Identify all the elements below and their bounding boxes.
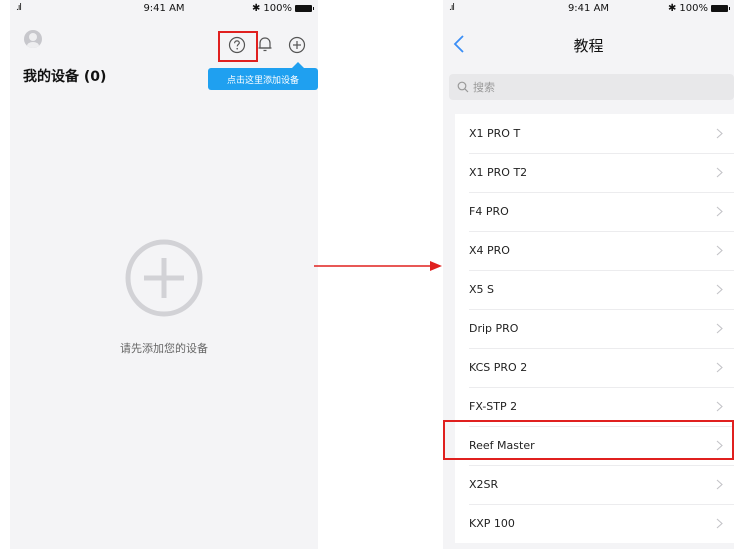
list-item-label: Drip PRO xyxy=(469,322,519,335)
battery-icon xyxy=(295,5,314,12)
status-bar: .ıl 9:41 AM ✱ 100% xyxy=(443,0,734,18)
list-item[interactable]: KCS PRO 2 xyxy=(455,348,734,387)
list-item[interactable]: KXP 100 xyxy=(455,504,734,543)
empty-state-text: 请先添加您的设备 xyxy=(120,342,208,355)
message-icon[interactable] xyxy=(256,35,274,55)
list-item-label: X4 PRO xyxy=(469,244,510,257)
page-title: 我的设备 (0) xyxy=(23,69,107,85)
list-item-label: KXP 100 xyxy=(469,517,515,530)
list-item[interactable]: X1 PRO T2 xyxy=(455,153,734,192)
list-item-label: X1 PRO T2 xyxy=(469,166,528,179)
battery-percent: 100% xyxy=(679,3,708,14)
battery-icon xyxy=(711,5,730,12)
chevron-right-icon xyxy=(716,245,723,256)
battery-percent: 100% xyxy=(263,3,292,14)
bluetooth-icon: ✱ xyxy=(252,3,261,14)
chevron-right-icon xyxy=(716,128,723,139)
tutorial-list: X1 PRO T X1 PRO T2 F4 PRO X4 PRO X5 S Drip PR… xyxy=(455,114,734,543)
list-item-label: F4 PRO xyxy=(469,205,509,218)
avatar-icon[interactable] xyxy=(24,30,42,48)
add-device-large-icon[interactable] xyxy=(124,238,204,318)
reef-master-highlight-box xyxy=(443,420,734,460)
chevron-right-icon xyxy=(716,323,723,334)
tutorial-screen: .ıl 9:41 AM ✱ 100% 教程 搜索 X1 PRO T X1 PRO … xyxy=(443,0,734,549)
battery-status: ✱ 100% xyxy=(668,3,730,14)
add-icon[interactable] xyxy=(288,36,306,54)
add-device-tooltip[interactable]: 点击这里添加设备 xyxy=(208,62,318,90)
list-item[interactable]: X5 S xyxy=(455,270,734,309)
search-icon xyxy=(457,81,469,93)
help-highlight-box xyxy=(218,31,258,62)
status-bar: .ıl 9:41 AM ✱ 100% xyxy=(10,0,318,18)
page-title: 教程 xyxy=(573,37,604,55)
list-item[interactable]: X1 PRO T xyxy=(455,114,734,153)
chevron-right-icon xyxy=(716,362,723,373)
list-item-label: X5 S xyxy=(469,283,495,296)
flow-arrow-icon xyxy=(314,261,442,271)
chevron-right-icon xyxy=(716,479,723,490)
list-item-label: X1 PRO T xyxy=(469,127,521,140)
search-placeholder: 搜索 xyxy=(473,81,495,94)
list-item-label: X2SR xyxy=(469,478,499,491)
chevron-right-icon xyxy=(716,167,723,178)
search-input[interactable]: 搜索 xyxy=(449,74,734,100)
device-list-screen: .ıl 9:41 AM ✱ 100% 我的设备 (0) 点击这里添加设备 请先添… xyxy=(10,0,318,549)
battery-status: ✱ 100% xyxy=(252,3,314,14)
list-item-label: FX-STP 2 xyxy=(469,400,518,413)
list-item[interactable]: X2SR xyxy=(455,465,734,504)
list-item-label: KCS PRO 2 xyxy=(469,361,528,374)
chevron-right-icon xyxy=(716,401,723,412)
chevron-right-icon xyxy=(716,284,723,295)
list-item[interactable]: X4 PRO xyxy=(455,231,734,270)
list-item[interactable]: Drip PRO xyxy=(455,309,734,348)
chevron-right-icon xyxy=(716,206,723,217)
bluetooth-icon: ✱ xyxy=(668,3,677,14)
chevron-right-icon xyxy=(716,518,723,529)
list-item[interactable]: F4 PRO xyxy=(455,192,734,231)
